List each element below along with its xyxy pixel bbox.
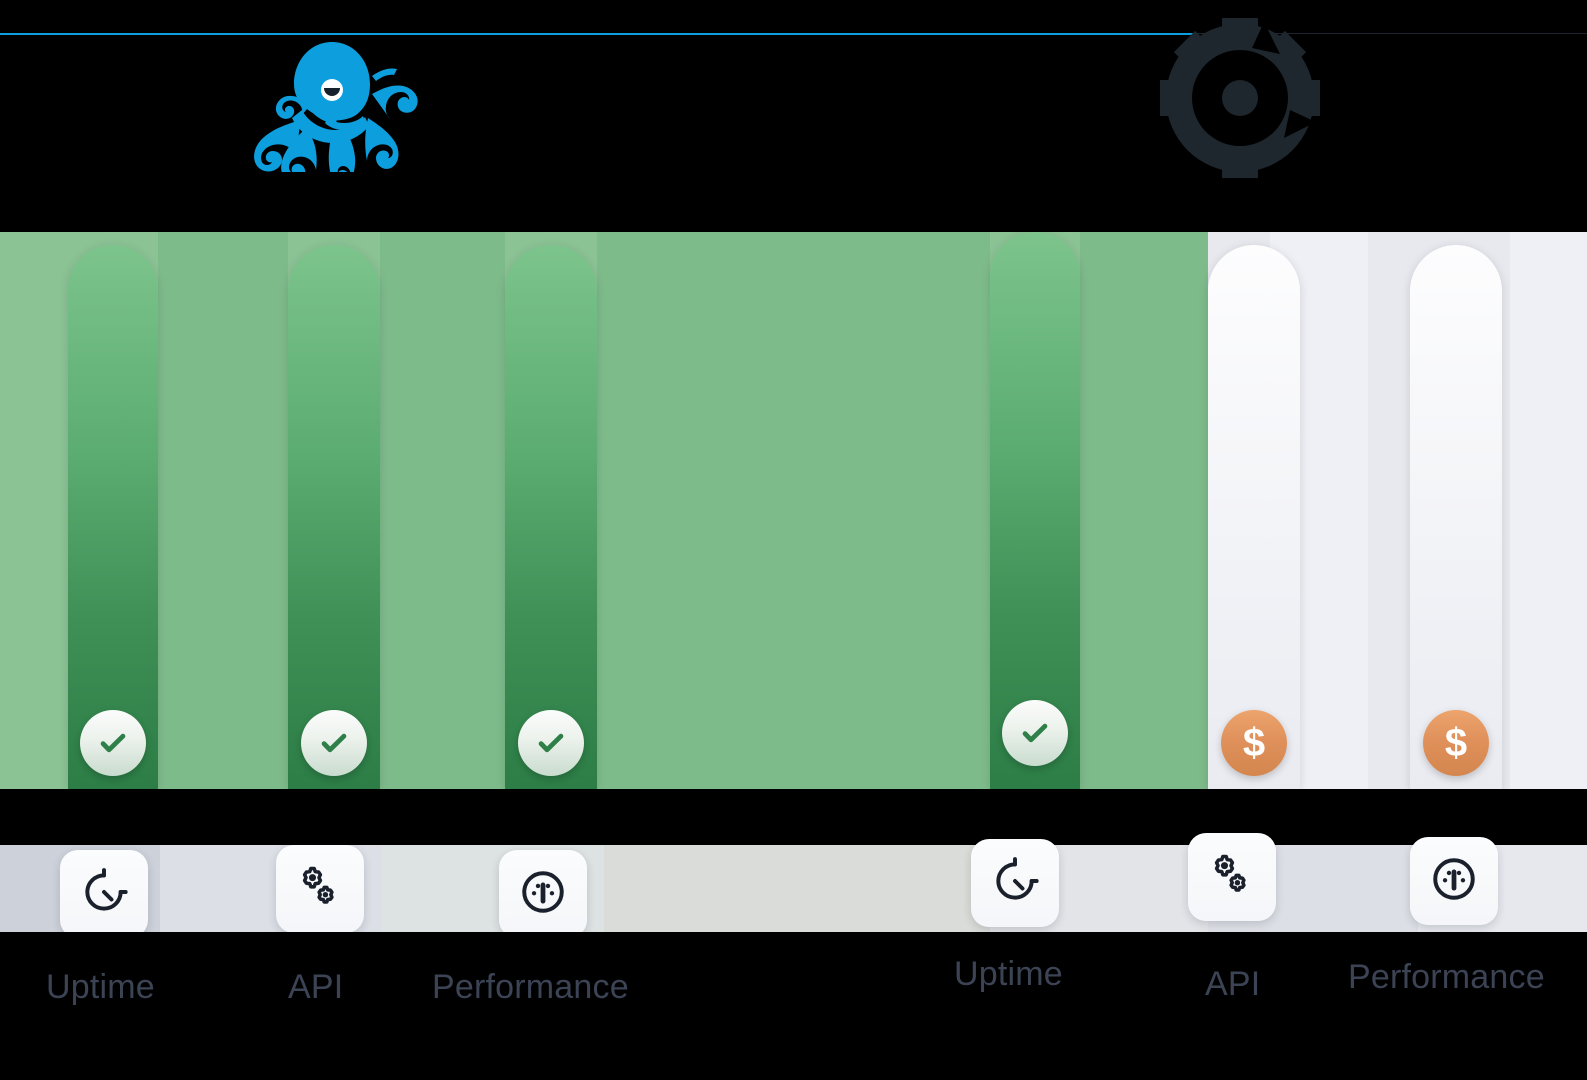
gauge-icon bbox=[518, 867, 568, 922]
gears-icon bbox=[1207, 850, 1257, 905]
axis-icon-strip bbox=[0, 833, 1587, 938]
column-band bbox=[1080, 232, 1208, 789]
status-badge-check bbox=[1002, 700, 1068, 766]
axis-icon-tile-uptime-1[interactable] bbox=[60, 850, 148, 938]
column-band bbox=[158, 232, 288, 789]
bar-api-left[interactable] bbox=[288, 245, 380, 789]
axis-label-api-1: API bbox=[288, 968, 344, 1006]
axis-icon-tile-api-1[interactable] bbox=[276, 845, 364, 933]
axis-label-uptime-1: Uptime bbox=[46, 968, 155, 1006]
bar-uptime-left[interactable] bbox=[68, 245, 158, 789]
axis-icon-tile-performance-2[interactable] bbox=[1410, 837, 1498, 925]
timer-icon bbox=[990, 856, 1040, 911]
status-badge-check bbox=[80, 710, 146, 776]
axis-label-performance-2: Performance bbox=[1348, 958, 1545, 996]
footer-zone: Uptime API Performance Uptime API Perfor… bbox=[0, 932, 1587, 1080]
axis-icon-tile-performance-1[interactable] bbox=[499, 850, 587, 938]
separator-band bbox=[0, 789, 1587, 845]
axis-label-performance-1: Performance bbox=[432, 968, 629, 1006]
axis-icon-tile-uptime-2[interactable] bbox=[971, 839, 1059, 927]
header-zone bbox=[0, 0, 1587, 232]
axis-label-api-2: API bbox=[1205, 965, 1261, 1003]
status-badge-check bbox=[518, 710, 584, 776]
cost-badge-glyph: $ bbox=[1444, 721, 1468, 765]
column-band bbox=[380, 232, 505, 789]
chart-panel-left bbox=[0, 232, 1208, 789]
chart-panel-right: $ $ bbox=[1208, 232, 1587, 789]
bar-performance-left[interactable] bbox=[505, 245, 597, 789]
column-band bbox=[1510, 232, 1587, 789]
cost-badge-dollar: $ bbox=[1221, 710, 1287, 776]
bar-performance-right[interactable] bbox=[1410, 245, 1502, 789]
cost-badge-dollar: $ bbox=[1423, 710, 1489, 776]
bar-api-right[interactable] bbox=[1208, 245, 1300, 789]
axis-segment bbox=[604, 845, 990, 932]
gauge-icon bbox=[1429, 854, 1479, 909]
axis-icon-tile-api-2[interactable] bbox=[1188, 833, 1276, 921]
accent-rule bbox=[0, 33, 1193, 35]
gear-shutter-icon bbox=[1160, 18, 1320, 178]
chart-area: $ $ bbox=[0, 232, 1587, 789]
column-band bbox=[597, 232, 990, 789]
status-badge-check bbox=[301, 710, 367, 776]
octopus-logo bbox=[232, 32, 432, 187]
gears-icon bbox=[295, 862, 345, 917]
axis-label-uptime-2: Uptime bbox=[954, 955, 1063, 993]
cost-badge-glyph: $ bbox=[1242, 721, 1266, 765]
timer-icon bbox=[79, 867, 129, 922]
